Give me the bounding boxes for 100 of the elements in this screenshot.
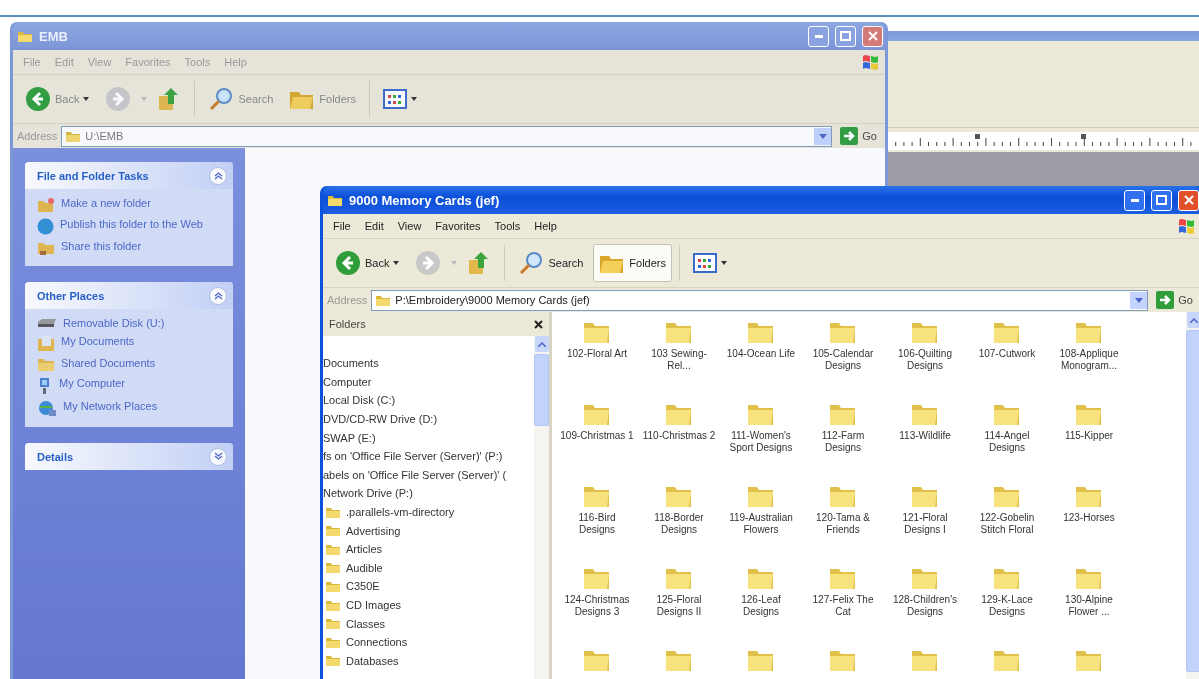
folder-name[interactable]: 109-Christmas 1 — [560, 430, 634, 442]
menu-item[interactable]: Favorites — [429, 218, 487, 234]
go-button[interactable]: Go — [1152, 290, 1197, 310]
folder-icon — [325, 579, 341, 593]
folder-name[interactable]: 108-Applique Monogram... — [1052, 348, 1126, 372]
task-link[interactable]: Share this folder — [61, 240, 142, 253]
folder-name[interactable]: 122-Gobelin Stitch Floral — [970, 512, 1044, 536]
folder-icon — [325, 505, 341, 519]
tree-item[interactable]: Articles — [346, 543, 383, 556]
folder-name[interactable]: 104-Ocean Life — [726, 348, 796, 360]
task-link[interactable]: Publish this folder to the Web — [60, 218, 203, 231]
tree-item[interactable]: Documents — [323, 357, 379, 370]
folder-name[interactable]: 110-Christmas 2 — [642, 430, 716, 442]
maximize-button[interactable] — [835, 25, 856, 47]
folder-icon — [327, 193, 343, 207]
folder-name[interactable]: 130-Alpine Flower ... — [1052, 594, 1126, 618]
close-button[interactable] — [862, 25, 883, 47]
window-title: EMB — [39, 28, 69, 44]
expand-button[interactable] — [209, 447, 227, 466]
new-folder-icon — [37, 197, 55, 213]
address-field[interactable]: P:\Embroidery\9000 Memory Cards (jef) — [371, 289, 1149, 311]
task-link[interactable]: My Documents — [61, 335, 135, 348]
folder-name[interactable]: 126-Leaf Designs — [724, 594, 798, 618]
folder-name[interactable]: 112-Farm Designs — [806, 430, 880, 454]
folder-name[interactable]: 105-Calendar Designs — [806, 348, 880, 372]
windows-flag-icon — [861, 53, 881, 71]
menu-item[interactable]: File — [327, 218, 357, 234]
folder-name[interactable]: 129-K-Lace Designs — [970, 594, 1044, 618]
go-button[interactable]: Go — [836, 126, 881, 146]
tree-item[interactable]: CD Images — [346, 599, 402, 611]
scrollbar[interactable] — [534, 336, 549, 679]
dropdown-button[interactable] — [814, 127, 832, 145]
tree-item[interactable]: SWAP (E:) — [323, 431, 376, 444]
tree-item[interactable]: fs on 'Office File Server (Server)' (P:) — [323, 450, 503, 463]
folder-icon — [375, 293, 392, 307]
folder-name[interactable]: 114-Angel Designs — [970, 430, 1044, 454]
folder-name[interactable]: 107-Cutwork — [978, 348, 1036, 360]
views-icon — [693, 253, 717, 273]
documents-folder-icon — [37, 335, 55, 352]
folder-name[interactable]: 116-Bird Designs — [560, 512, 634, 536]
minimize-button[interactable] — [808, 25, 829, 47]
close-button[interactable] — [1178, 189, 1199, 211]
task-link[interactable]: My Computer — [59, 377, 126, 390]
folder-icon — [325, 635, 341, 649]
folder-name[interactable]: 120-Tama & Friends — [806, 512, 880, 536]
close-icon — [867, 31, 878, 41]
folder-name[interactable]: 124-Christmas Designs 3 — [560, 594, 634, 618]
folder-name[interactable]: 106-Quilting Designs — [888, 348, 962, 372]
folder-name[interactable]: 119-Australian Flowers — [724, 512, 798, 536]
task-link[interactable]: My Network Places — [63, 400, 158, 413]
disk-drive-icon — [37, 317, 57, 329]
caret-icon — [411, 97, 417, 101]
maximize-button[interactable] — [1151, 189, 1172, 211]
back-button[interactable]: Back — [329, 244, 406, 282]
tree-item[interactable]: C350E — [346, 580, 380, 593]
search-button[interactable]: Search — [512, 244, 590, 282]
tree-item[interactable]: Network Drive (P:) — [323, 487, 413, 500]
folder-name[interactable]: 125-Floral Designs II — [642, 594, 716, 618]
folder-name[interactable]: 128-Children's Designs — [888, 594, 962, 618]
address-field[interactable]: U:\EMB — [61, 125, 833, 147]
tree-item[interactable]: Classes — [346, 617, 386, 630]
folder-name[interactable]: 113-Wildlife — [899, 430, 951, 442]
folder-name[interactable]: 127-Felix The Cat — [806, 594, 880, 618]
caret-icon — [451, 261, 458, 265]
folder-name[interactable]: 103 Sewing-Rel... — [642, 348, 716, 372]
tree-item[interactable]: Advertising — [346, 524, 401, 537]
maximize-icon — [1156, 195, 1167, 205]
collapse-button[interactable] — [209, 166, 227, 185]
panel-title: File and Folder Tasks — [37, 169, 149, 182]
task-link[interactable]: Removable Disk (U:) — [63, 317, 165, 330]
close-pane-button[interactable] — [534, 319, 543, 329]
menu-item[interactable]: Tools — [488, 218, 527, 234]
folder-icon — [325, 524, 341, 538]
menu-item[interactable]: Edit — [358, 218, 390, 234]
folder-name[interactable]: 111-Women's Sport Designs — [724, 430, 798, 454]
tree-item[interactable]: Computer — [323, 375, 372, 388]
globe-icon — [37, 218, 54, 235]
tree-item[interactable]: .parallels-vm-directory — [346, 506, 455, 519]
task-link[interactable]: Make a new folder — [61, 197, 151, 210]
folder-name[interactable]: 115-Kipper — [1064, 430, 1114, 442]
tree-item[interactable]: Audible — [346, 561, 383, 574]
folder-name[interactable]: 118-Border Designs — [642, 512, 716, 536]
folder-name[interactable]: 102-Floral Art — [567, 348, 627, 360]
collapse-button[interactable] — [209, 286, 227, 305]
dropdown-button[interactable] — [1130, 291, 1148, 309]
task-link[interactable]: Shared Documents — [61, 357, 156, 370]
menu-item[interactable]: View — [391, 218, 428, 234]
folder-name[interactable]: 121-Floral Designs I — [888, 512, 962, 536]
tree-item[interactable]: Databases — [346, 654, 399, 667]
tree-item[interactable]: DVD/CD-RW Drive (D:) — [323, 413, 438, 426]
caret-icon — [1134, 297, 1143, 303]
panel-title: Other Places — [37, 289, 105, 302]
minimize-button[interactable] — [1124, 189, 1145, 211]
folders-button[interactable]: Folders — [593, 244, 672, 282]
tree-item[interactable]: Local Disk (C:) — [323, 394, 396, 407]
tree-item[interactable]: abels on 'Office File Server (Server)' ( — [323, 468, 507, 481]
folder-name[interactable]: 123-Horses — [1063, 512, 1115, 524]
menu-item[interactable]: Help — [528, 218, 563, 234]
scroll-thumb[interactable] — [534, 354, 549, 426]
tree-item[interactable]: Connections — [346, 636, 408, 649]
